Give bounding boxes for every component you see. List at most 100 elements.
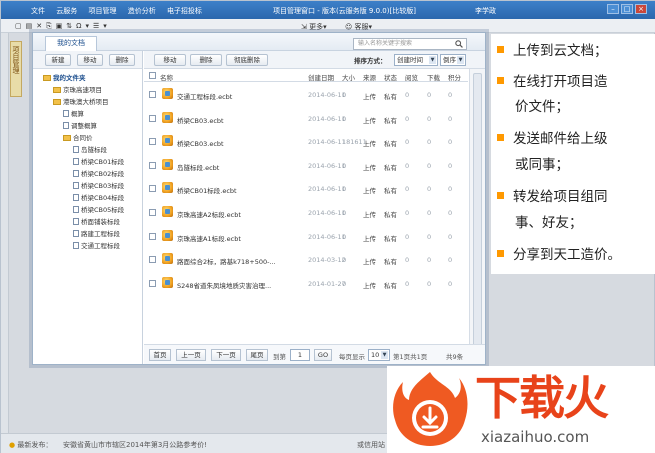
close-icon[interactable]: × — [635, 4, 647, 14]
col-status[interactable]: 状态 — [384, 72, 397, 82]
tree-folder[interactable]: 京珠高速项目 — [53, 85, 102, 95]
feature-item-cont: 或同事； — [515, 157, 569, 173]
file-name[interactable]: 交通工程标段.ecbt — [177, 91, 232, 101]
col-name[interactable]: 名称 — [160, 72, 173, 82]
col-date[interactable]: 创建日期 — [308, 72, 334, 82]
table-row[interactable]: 京珠高速A1标段.ecbt 2014-06-11 0 上传 私有 0 0 0 — [144, 225, 468, 248]
sort-order-select[interactable]: 倒序 ▼ — [440, 54, 466, 66]
scroll-thumb[interactable] — [473, 73, 482, 353]
row-checkbox[interactable] — [149, 256, 156, 264]
minimize-icon[interactable]: – — [607, 4, 619, 14]
table-row[interactable]: 桥梁CB01标段.ecbt 2014-06-11 0 上传 私有 0 0 0 — [144, 177, 468, 200]
bullet-square-icon — [497, 134, 504, 141]
move-button[interactable]: 移动 — [154, 54, 186, 66]
status-right[interactable]: 或信用站 — [357, 440, 385, 450]
table-row[interactable]: 桥梁CB03.ecbt 2014-06-11 0 上传 私有 0 0 0 — [144, 107, 468, 130]
menu-project[interactable]: 项目管理 — [88, 7, 116, 15]
tree-contract[interactable]: 桥梁CB05标段 — [73, 205, 124, 215]
menu-file[interactable]: 文件 — [31, 7, 45, 15]
row-checkbox[interactable] — [149, 232, 156, 240]
toolbar-icons[interactable]: ▢▤✕⎘▣⇅Ω▾☰▾ — [15, 22, 111, 31]
table-row[interactable]: 京珠高速A2标段.ecbt 2014-06-11 0 上传 私有 0 0 0 — [144, 201, 468, 224]
side-tab-project[interactable]: 项目管理 — [10, 41, 22, 97]
search-icon[interactable] — [455, 40, 463, 48]
go-button[interactable]: GO — [314, 349, 332, 361]
file-name[interactable]: 桥梁CB01标段.ecbt — [177, 185, 237, 195]
service-button[interactable]: ☺ 客服▾ — [345, 22, 372, 32]
tree-item[interactable]: 概算 — [63, 109, 84, 119]
chevron-down-icon: ▼ — [381, 351, 388, 359]
row-checkbox[interactable] — [149, 114, 156, 122]
tree-contract[interactable]: 交通工程标段 — [73, 241, 120, 251]
next-page-button[interactable]: 下一页 — [211, 349, 241, 361]
file-name[interactable]: 京珠高速A1标段.ecbt — [177, 233, 241, 243]
table-row[interactable]: 岛隧标段.ecbt 2014-06-11 0 上传 私有 0 0 0 — [144, 154, 468, 177]
select-all-checkbox[interactable] — [149, 72, 156, 79]
more-button[interactable]: ⇲ 更多▾ — [301, 22, 327, 32]
page-number-input[interactable]: 1 — [290, 349, 310, 361]
new-folder-button[interactable]: 新建 — [45, 54, 71, 66]
tree-delete-button[interactable]: 删除 — [109, 54, 135, 66]
row-checkbox[interactable] — [149, 91, 156, 98]
tree-contract[interactable]: 路建工程标段 — [73, 229, 120, 239]
row-checkbox[interactable] — [149, 279, 156, 287]
row-checkbox[interactable] — [149, 161, 156, 169]
prev-page-button[interactable]: 上一页 — [176, 349, 206, 361]
maximize-icon[interactable]: □ — [621, 4, 633, 14]
cell-status: 私有 — [384, 93, 397, 101]
col-size[interactable]: 大小 — [342, 72, 355, 82]
cell-down: 0 — [427, 114, 432, 123]
tree-contract[interactable]: 桥梁CB04标段 — [73, 193, 124, 203]
table-row[interactable]: 路面综合2标，路基k718+500-... 2014-03-12 0 上传 私有 0 0 0 — [144, 248, 468, 271]
tree-toolbar: 新建 移动 删除 — [33, 51, 143, 69]
tree-item[interactable]: 调整概算 — [63, 121, 97, 131]
col-points[interactable]: 积分 — [448, 72, 461, 82]
table-row[interactable]: 交通工程标段.ecbt 2014-06-11 0 上传 私有 0 0 0 — [144, 83, 468, 106]
sort-field-select[interactable]: 创建时间 ▼ — [394, 54, 438, 66]
tree-contract[interactable]: 桥面铺装标段 — [73, 217, 120, 227]
file-name[interactable]: 桥梁CB03.ecbt — [177, 138, 224, 148]
tree-move-button[interactable]: 移动 — [77, 54, 103, 66]
ecbt-file-icon — [162, 182, 173, 194]
table-row[interactable]: 桥梁CB03.ecbt 2014-06-11 181611 上传 私有 0 0 0 — [144, 130, 468, 153]
delete-button[interactable]: 删除 — [190, 54, 222, 66]
cell-source: 上传 — [363, 187, 376, 196]
ecbt-file-icon — [162, 111, 173, 123]
file-name[interactable]: 路面综合2标，路基k718+500-... — [177, 256, 276, 266]
tree-contract[interactable]: 桥梁CB01标段 — [73, 157, 124, 167]
tree-root[interactable]: 我的文件夹 — [43, 73, 86, 83]
file-name[interactable]: 岛隧标段.ecbt — [177, 162, 219, 172]
vertical-scrollbar[interactable] — [469, 69, 485, 364]
last-page-button[interactable]: 尾页 — [246, 349, 268, 361]
tree-folder[interactable]: 港珠澳大桥项目 — [53, 97, 109, 107]
row-checkbox[interactable] — [149, 138, 156, 146]
file-name[interactable]: 桥梁CB03.ecbt — [177, 115, 224, 125]
cell-score: 0 — [448, 114, 453, 123]
search-input[interactable]: 输入名称关键字搜索 — [353, 38, 467, 50]
per-page-select[interactable]: 10 ▼ — [368, 349, 390, 361]
first-page-button[interactable]: 首页 — [149, 349, 171, 361]
status-news[interactable]: 安徽省黄山市市辖区2014年第3月公路参考价! — [63, 440, 207, 450]
row-checkbox[interactable] — [149, 209, 156, 216]
permanent-delete-button[interactable]: 彻底删除 — [226, 54, 268, 66]
tab-my-documents[interactable]: 我的文档 — [45, 36, 97, 51]
feature-item: 发送邮件给上级 — [497, 126, 608, 152]
cell-date: 2014-06-11 — [308, 91, 346, 99]
menu-bidding[interactable]: 电子招投标 — [167, 7, 202, 15]
menu-cloud[interactable]: 云服务 — [56, 7, 77, 15]
cell-status: 私有 — [384, 187, 397, 196]
tree-contract[interactable]: 岛隧标段 — [73, 145, 107, 155]
tree-contract[interactable]: 桥梁CB03标段 — [73, 181, 124, 191]
col-downloads[interactable]: 下载 — [427, 72, 440, 82]
user-name[interactable]: 李学政 — [475, 6, 496, 16]
tree-contract[interactable]: 桥梁CB02标段 — [73, 169, 124, 179]
menu-analysis[interactable]: 造价分析 — [128, 7, 156, 15]
file-name[interactable]: 京珠高速A2标段.ecbt — [177, 209, 241, 219]
col-source[interactable]: 来源 — [363, 72, 376, 82]
table-row[interactable]: S248省道朱凤境地质灾害治理... 2014-01-27 0 上传 私有 0 0 0 — [144, 272, 468, 295]
row-checkbox[interactable] — [149, 185, 156, 193]
bullet-square-icon — [497, 192, 504, 199]
col-views[interactable]: 阅览 — [405, 72, 418, 82]
tree-item[interactable]: 合同价 — [63, 133, 93, 143]
file-name[interactable]: S248省道朱凤境地质灾害治理... — [177, 280, 271, 290]
